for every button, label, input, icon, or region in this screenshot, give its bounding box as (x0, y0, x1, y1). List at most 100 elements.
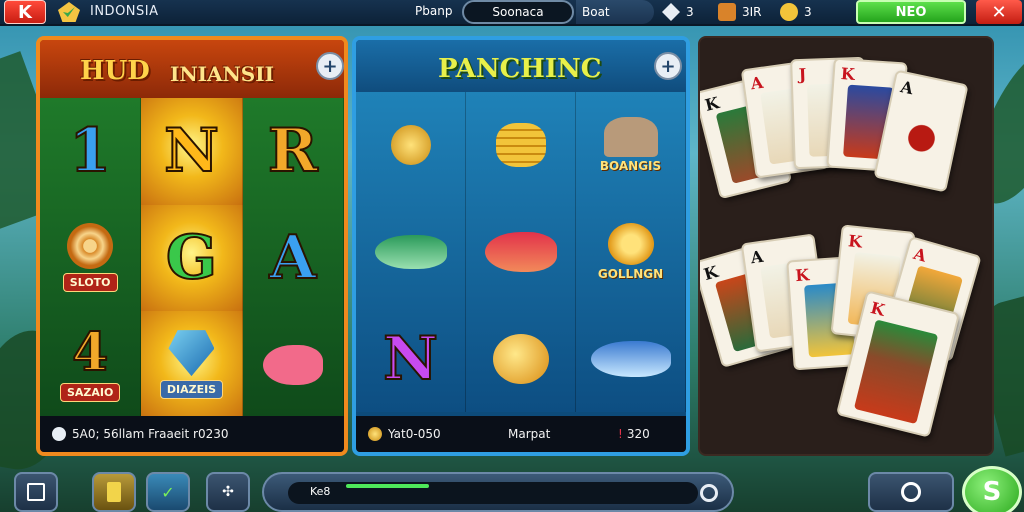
missions-button[interactable]: ✓ (146, 472, 190, 512)
square-icon (27, 483, 45, 501)
spin-play-button[interactable]: S (962, 466, 1022, 512)
gear-icon (901, 482, 921, 502)
gem-icon (168, 330, 215, 377)
reel-letter: G (165, 222, 218, 293)
progress-fill (346, 484, 429, 488)
reel-cell (466, 305, 576, 412)
hud-game-panel[interactable]: HUD INIANSII + 1 N R SLOTO G A 4 SAZAIO … (36, 36, 348, 456)
card-art (891, 98, 952, 179)
fishing-footer-right: 320 (626, 427, 650, 441)
bag-icon (107, 482, 121, 502)
ticket-icon (718, 3, 736, 21)
reel-cell (576, 305, 686, 412)
card-rank: A (749, 72, 765, 94)
progress-bar[interactable]: Ke8 (262, 472, 734, 512)
cards-game-panel[interactable]: K A J K A K A K K A K (698, 36, 994, 456)
reel-badge: DIAZEIS (159, 380, 224, 400)
search-pill[interactable]: Soonaca (462, 0, 574, 24)
stat-tickets-value: 3IR (742, 5, 762, 19)
progress-track: Ke8 (288, 482, 718, 504)
gem-icon (662, 3, 680, 21)
hud-add-button[interactable]: + (316, 52, 344, 80)
card-rank: K (868, 298, 887, 320)
fishing-reels: BOANGIS GOLLNGN N (356, 92, 686, 412)
hud-reels: 1 N R SLOTO G A 4 SAZAIO DIAZEIS (40, 98, 344, 418)
fish-icon (262, 344, 323, 385)
menu-button[interactable] (14, 472, 58, 512)
bottom-bar: ✓ ✣ Ke8 S (0, 466, 1024, 512)
reel-cell: GOLLNGN (576, 198, 686, 306)
neo-button[interactable]: NEO (856, 0, 966, 24)
reel-letter: A (269, 222, 318, 293)
card-rank: A (749, 246, 765, 268)
reel-cell: BOANGIS (576, 92, 686, 199)
fishing-footer: Yat0-050 Marpat ! 320 (356, 416, 686, 452)
hud-subtitle: INIANSII (170, 62, 274, 86)
reel-letter: N (382, 323, 439, 394)
coin-target-icon (67, 223, 114, 270)
fishing-title: PANCHINC (438, 54, 602, 84)
blue-fish-icon (590, 340, 671, 377)
close-button[interactable]: ✕ (976, 0, 1022, 24)
reel-cell: N (356, 305, 466, 412)
fishing-game-panel[interactable]: PANCHINC + BOANGIS GOLLNGN N Yat0-050 Ma… (352, 36, 690, 456)
boat-pill[interactable]: Boat (576, 0, 654, 24)
reel-badge: SLOTO (62, 273, 118, 293)
check-icon: ✓ (161, 482, 175, 502)
coin-icon (368, 427, 382, 441)
search-icon[interactable] (700, 484, 718, 502)
card-rank: K (840, 64, 856, 85)
reel-cell: SLOTO (40, 204, 142, 312)
reel-cell: N (141, 98, 243, 205)
stat-gems-value: 3 (686, 5, 694, 19)
hud-footer: 5A0; 56llam Fraaeit r0230 (40, 416, 344, 452)
card-rank: K (701, 262, 721, 285)
card-rank: A (898, 77, 915, 99)
settings-button[interactable] (868, 472, 954, 512)
reel-cell (356, 92, 466, 199)
region-label[interactable]: INDONSIA (90, 4, 159, 19)
fishing-footer-left: Yat0-050 (388, 427, 441, 441)
red-fish-icon (484, 231, 557, 272)
network-icon: ✣ (222, 484, 234, 500)
reel-letter: 4 (71, 322, 109, 384)
card-rank: K (703, 93, 722, 115)
top-bar: K INDONSIA Pbanp Soonaca Boat 3 3IR 3 NE… (0, 0, 1024, 26)
card-rank: K (847, 231, 864, 252)
search-label: Pbanp (415, 4, 453, 18)
reel-cell (466, 198, 576, 306)
marker-icon: ! (618, 427, 623, 441)
home-logo-button[interactable]: K (4, 0, 46, 24)
stat-trophies-value: 3 (804, 5, 812, 19)
reel-cell: DIAZEIS (141, 311, 243, 418)
info-icon (52, 427, 66, 441)
gold-medal-icon (607, 222, 654, 265)
reel-badge: BOANGIS (599, 159, 662, 174)
reel-cell: 1 (40, 98, 142, 205)
reel-letter: R (267, 116, 319, 187)
reel-cell: A (243, 204, 344, 312)
coin-stack-icon (495, 123, 546, 168)
stat-tickets[interactable]: 3IR (718, 2, 762, 22)
reel-badge: SAZAIO (59, 383, 121, 403)
card-rank: J (798, 64, 807, 85)
hud-title: HUD (80, 56, 150, 86)
gold-coins-icon (492, 333, 549, 384)
reel-letter: N (163, 116, 220, 187)
reel-cell: G (141, 204, 243, 312)
fishing-add-button[interactable]: + (654, 52, 682, 80)
shop-button[interactable] (92, 472, 136, 512)
reel-letter: 1 (68, 116, 112, 187)
stat-trophies[interactable]: 3 (780, 2, 812, 22)
reel-cell (243, 311, 344, 418)
stat-gems[interactable]: 3 (662, 2, 694, 22)
reel-cell: 4 SAZAIO (40, 311, 142, 418)
reel-badge: GOLLNGN (597, 266, 664, 281)
reel-cell (356, 198, 466, 306)
green-fish-icon (374, 234, 447, 269)
reel-cell: R (243, 98, 344, 205)
region-flag-icon (58, 2, 80, 22)
gold-lure-icon (390, 125, 431, 166)
social-button[interactable]: ✣ (206, 472, 250, 512)
treasure-icon (603, 117, 658, 158)
